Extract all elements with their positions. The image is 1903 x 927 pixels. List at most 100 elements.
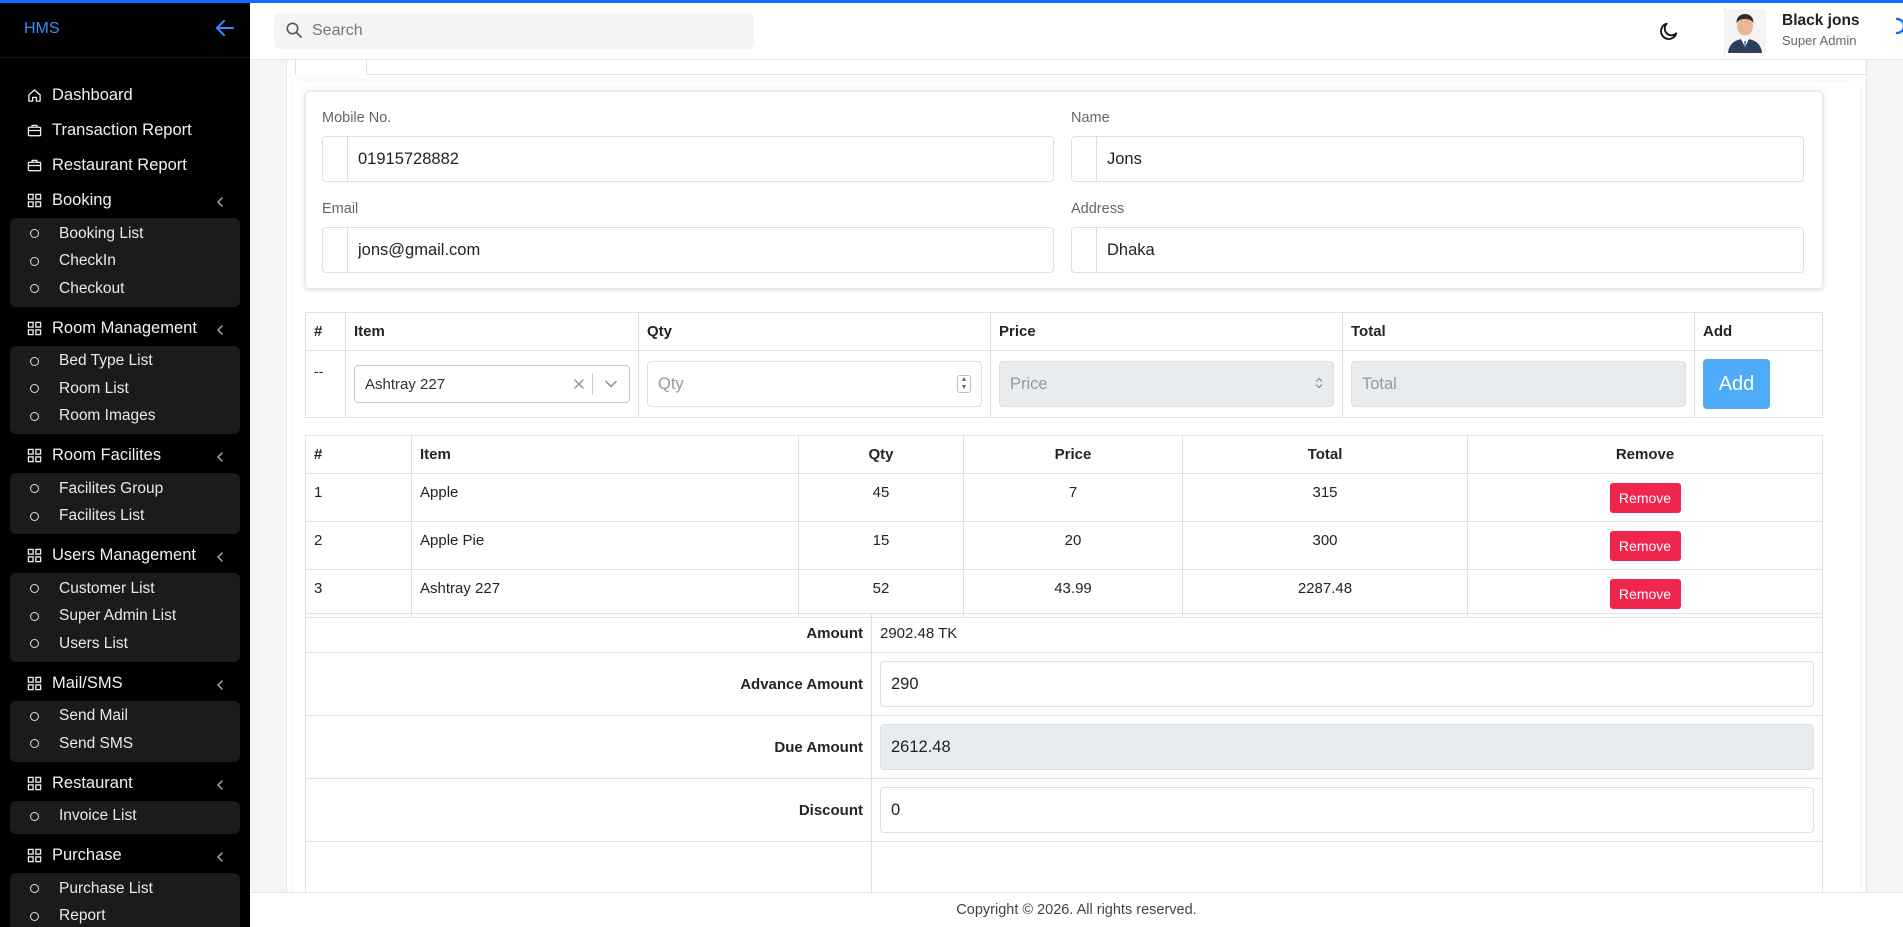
sidebar-item-users-management[interactable]: Users Management bbox=[0, 538, 250, 573]
price-input[interactable] bbox=[1010, 374, 1315, 394]
submenu-item-room-list[interactable]: Room List bbox=[10, 375, 240, 403]
address-field[interactable] bbox=[1071, 227, 1804, 273]
row-qty: 45 bbox=[798, 473, 964, 522]
items-col-remove: Remove bbox=[1467, 435, 1823, 474]
circle-icon bbox=[30, 884, 39, 894]
discount-input[interactable] bbox=[891, 800, 1813, 820]
mobile-field[interactable] bbox=[322, 136, 1054, 182]
row-no: 2 bbox=[305, 521, 412, 570]
col-header-total: Total bbox=[1342, 312, 1695, 351]
search-input[interactable] bbox=[312, 22, 732, 40]
submenu-item-checkin[interactable]: CheckIn bbox=[10, 248, 240, 276]
submenu-item-users-list[interactable]: Users List bbox=[10, 630, 240, 658]
name-field[interactable] bbox=[1071, 136, 1804, 182]
email-input[interactable] bbox=[348, 228, 1053, 272]
submenu-item-checkout[interactable]: Checkout bbox=[10, 275, 240, 303]
submenu-room-facilites: Facilites Group Facilites List bbox=[10, 473, 240, 534]
row-no: 3 bbox=[305, 569, 412, 618]
footer: Copyright © 2026. All rights reserved. bbox=[250, 892, 1903, 927]
sidebar-item-restaurant[interactable]: Restaurant bbox=[0, 766, 250, 801]
circle-icon bbox=[30, 639, 39, 649]
submenu-item-label: Invoice List bbox=[59, 807, 137, 825]
tab-strip bbox=[287, 60, 1866, 75]
sidebar-item-restaurant-report[interactable]: Restaurant Report bbox=[0, 148, 250, 183]
dark-mode-moon-icon[interactable] bbox=[1658, 20, 1680, 42]
add-item-button[interactable]: Add bbox=[1703, 359, 1770, 409]
discount-field[interactable] bbox=[880, 787, 1814, 833]
remove-button[interactable]: Remove bbox=[1609, 482, 1681, 513]
row-total: 315 bbox=[1182, 473, 1468, 522]
submenu-item-super-admin-list[interactable]: Super Admin List bbox=[10, 603, 240, 631]
brand-logo[interactable]: HMS bbox=[24, 20, 60, 38]
qty-input[interactable] bbox=[658, 374, 957, 394]
submenu-users-management: Customer List Super Admin List Users List bbox=[10, 573, 240, 662]
chevron-left-icon[interactable] bbox=[214, 322, 226, 335]
submenu-item-booking-list[interactable]: Booking List bbox=[10, 220, 240, 248]
collapse-sidebar-arrow-icon[interactable] bbox=[216, 18, 234, 40]
sidebar-item-dashboard[interactable]: Dashboard bbox=[0, 78, 250, 113]
chevron-left-icon[interactable] bbox=[214, 777, 226, 790]
item-select[interactable]: Ashtray 227 bbox=[354, 365, 630, 403]
sidebar-item-purchase[interactable]: Purchase bbox=[0, 838, 250, 873]
customer-info-card: Mobile No. Name Email Address bbox=[305, 91, 1823, 289]
search-box[interactable] bbox=[274, 13, 754, 49]
circle-icon bbox=[30, 256, 39, 266]
chevron-left-icon[interactable] bbox=[214, 677, 226, 690]
submenu-item-label: Super Admin List bbox=[59, 607, 177, 625]
submenu-item-room-images[interactable]: Room Images bbox=[10, 403, 240, 431]
row-total: 300 bbox=[1182, 521, 1468, 570]
booking-form: Mobile No. Name Email Address bbox=[293, 81, 1860, 892]
chevron-left-icon[interactable] bbox=[214, 849, 226, 862]
clear-selection-icon[interactable] bbox=[566, 366, 592, 402]
sidebar-item-room-facilites[interactable]: Room Facilites bbox=[0, 438, 250, 473]
summary-next-row bbox=[305, 841, 872, 892]
submenu-item-facilites-list[interactable]: Facilites List bbox=[10, 503, 240, 531]
submenu-item-customer-list[interactable]: Customer List bbox=[10, 575, 240, 603]
col-header-no: # bbox=[305, 312, 346, 351]
advance-amount-field[interactable] bbox=[880, 661, 1814, 707]
sidebar-item-transaction-report[interactable]: Transaction Report bbox=[0, 113, 250, 148]
submenu-booking: Booking List CheckIn Checkout bbox=[10, 218, 240, 307]
user-avatar[interactable] bbox=[1724, 9, 1766, 53]
submenu-item-facilites-group[interactable]: Facilites Group bbox=[10, 475, 240, 503]
remove-button[interactable]: Remove bbox=[1609, 578, 1681, 609]
chevron-left-icon[interactable] bbox=[214, 449, 226, 462]
booking-panel: Mobile No. Name Email Address bbox=[286, 60, 1867, 892]
address-input[interactable] bbox=[1097, 228, 1803, 272]
chevron-left-icon[interactable] bbox=[214, 194, 226, 207]
submenu-item-report[interactable]: Report bbox=[10, 903, 240, 927]
qty-stepper-icon[interactable]: ▲ ▼ bbox=[957, 375, 971, 393]
submenu-item-label: Checkout bbox=[59, 279, 125, 297]
submenu-item-send-mail[interactable]: Send Mail bbox=[10, 703, 240, 731]
submenu-item-bed-type-list[interactable]: Bed Type List bbox=[10, 348, 240, 376]
chevron-left-icon[interactable] bbox=[214, 549, 226, 562]
mobile-input[interactable] bbox=[348, 137, 1053, 181]
submenu-item-invoice-list[interactable]: Invoice List bbox=[10, 803, 240, 831]
chevron-down-icon[interactable] bbox=[593, 366, 629, 402]
total-input bbox=[1362, 374, 1675, 394]
submenu-item-label: Send SMS bbox=[59, 734, 134, 752]
qty-field[interactable]: ▲▼ bbox=[647, 361, 982, 407]
user-name[interactable]: Black jons bbox=[1782, 12, 1860, 30]
submenu-item-send-sms[interactable]: Send SMS bbox=[10, 730, 240, 758]
name-input[interactable] bbox=[1097, 137, 1803, 181]
tab-active[interactable] bbox=[295, 60, 367, 75]
sidebar-item-label: Room Facilites bbox=[52, 446, 162, 464]
main-content: Mobile No. Name Email Address bbox=[250, 60, 1903, 892]
discount-label: Discount bbox=[305, 778, 872, 842]
remove-button[interactable]: Remove bbox=[1609, 530, 1681, 561]
row-no: 1 bbox=[305, 473, 412, 522]
price-sort-icon bbox=[1315, 376, 1323, 392]
sidebar-item-room-management[interactable]: Room Management bbox=[0, 311, 250, 346]
submenu-item-purchase-list[interactable]: Purchase List bbox=[10, 875, 240, 903]
email-label: Email bbox=[322, 201, 359, 217]
sidebar-item-booking[interactable]: Booking bbox=[0, 183, 250, 218]
due-amount-label: Due Amount bbox=[305, 715, 872, 779]
price-field[interactable] bbox=[999, 361, 1334, 407]
sidebar-item-mail-sms[interactable]: Mail/SMS bbox=[0, 666, 250, 701]
submenu-item-label: Send Mail bbox=[59, 707, 128, 725]
advance-amount-input[interactable] bbox=[891, 674, 1813, 694]
circle-icon bbox=[30, 284, 39, 294]
items-table: # Item Qty Price Total Remove 1 Apple 45… bbox=[305, 435, 1823, 618]
email-field[interactable] bbox=[322, 227, 1054, 273]
